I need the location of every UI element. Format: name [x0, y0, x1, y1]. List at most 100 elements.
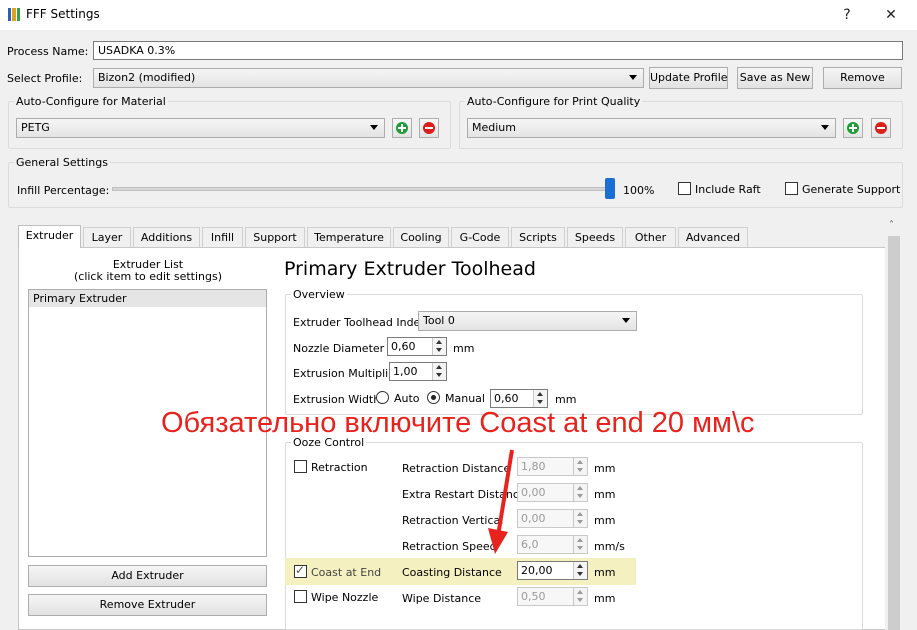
ooze-row-unit: mm [594, 566, 616, 579]
tab-extruder[interactable]: Extruder [18, 225, 81, 248]
general-settings-title: General Settings [14, 156, 110, 169]
quality-select[interactable]: Medium [467, 118, 836, 138]
include-raft-checkbox[interactable] [678, 182, 691, 195]
quality-select-value: Medium [472, 121, 516, 134]
width-auto-label: Auto [394, 392, 420, 405]
material-group-title: Auto-Configure for Material [14, 95, 168, 108]
wipe-distance-stepper[interactable]: 0,50 [517, 587, 588, 606]
ooze-row-unit: mm/s [594, 540, 625, 553]
spin-buttons-icon[interactable] [573, 562, 587, 579]
spin-buttons-icon[interactable] [573, 458, 587, 475]
ooze-row-unit: mm [594, 514, 616, 527]
tab-g-code[interactable]: G-Code [451, 227, 509, 247]
spin-buttons-icon[interactable] [533, 390, 547, 407]
tab-support[interactable]: Support [245, 227, 305, 247]
add-quality-button[interactable] [843, 118, 863, 138]
add-extruder-button[interactable]: Add Extruder [28, 565, 267, 587]
tab-infill[interactable]: Infill [202, 227, 243, 247]
extrusion-width-stepper[interactable]: 0,60 [490, 389, 548, 408]
coast-at-end-label: Coast at End [311, 566, 382, 579]
scroll-up-icon[interactable]: ˄ [889, 220, 894, 231]
width-auto-radio[interactable] [376, 391, 389, 404]
extrusion-multiplier-stepper[interactable]: 1,00 [389, 362, 447, 381]
spin-buttons-icon[interactable] [573, 588, 587, 605]
tab-scripts[interactable]: Scripts [511, 227, 565, 247]
extrusion-multiplier-label: Extrusion Multiplier [293, 367, 400, 380]
overview-group-title: Overview [291, 288, 347, 301]
process-name-input[interactable]: USADKA 0.3% [93, 41, 903, 60]
infill-slider[interactable] [112, 187, 612, 191]
coasting-distance-stepper[interactable]: 20,00 [517, 561, 588, 580]
chevron-down-icon [622, 318, 630, 323]
material-select[interactable]: PETG [16, 118, 385, 138]
spin-buttons-icon[interactable] [432, 363, 446, 380]
generate-support-checkbox[interactable] [785, 182, 798, 195]
annotation-arrow [488, 449, 514, 554]
remove-quality-button[interactable] [871, 118, 891, 138]
add-material-button[interactable] [392, 118, 412, 138]
title-bar [0, 0, 917, 30]
minus-icon [423, 122, 435, 134]
retraction-checkbox[interactable] [294, 460, 307, 473]
extruder-list-hint: (click item to edit settings) [73, 270, 223, 283]
plus-icon [396, 122, 408, 134]
spin-buttons-icon[interactable] [432, 338, 446, 355]
ooze-row-label: Wipe Distance [402, 592, 482, 605]
ooze-row-value: 20,00 [521, 564, 553, 577]
spin-buttons-icon[interactable] [573, 536, 587, 553]
infill-slider-handle[interactable] [605, 178, 615, 199]
extrusion-multiplier-value: 1,00 [393, 365, 418, 378]
annotation-text: Обязательно включите Coast at end 20 мм\… [161, 407, 755, 439]
nozzle-diameter-label: Nozzle Diameter [293, 342, 385, 355]
profile-select-value: Bizon2 (modified) [98, 71, 196, 84]
coast-at-end-checkbox[interactable] [294, 563, 307, 578]
spin-buttons-icon[interactable] [573, 510, 587, 527]
general-settings-group [8, 162, 903, 208]
toolhead-index-value: Tool 0 [423, 314, 455, 327]
retraction-label: Retraction [311, 461, 368, 474]
material-select-value: PETG [21, 121, 50, 134]
extrusion-width-label: Extrusion Width [293, 393, 381, 406]
minus-icon [875, 122, 887, 134]
plus-icon [847, 122, 859, 134]
process-name-label: Process Name: [7, 45, 89, 58]
close-button[interactable]: ✕ [876, 4, 906, 26]
tab-advanced[interactable]: Advanced [678, 227, 748, 247]
ooze-row-unit: mm [594, 488, 616, 501]
quality-group-title: Auto-Configure for Print Quality [465, 95, 643, 108]
tab-additions[interactable]: Additions [133, 227, 200, 247]
remove-extruder-button[interactable]: Remove Extruder [28, 594, 267, 616]
wipe-nozzle-checkbox[interactable] [294, 590, 307, 603]
update-profile-button[interactable]: Update Profile [649, 67, 728, 89]
chevron-down-icon [629, 75, 637, 80]
wipe-nozzle-label: Wipe Nozzle [311, 591, 379, 604]
generate-support-label: Generate Support [802, 183, 901, 196]
nozzle-diameter-value: 0,60 [391, 340, 416, 353]
remove-profile-button[interactable]: Remove [823, 67, 902, 89]
width-manual-radio[interactable] [427, 391, 440, 404]
scrollbar-thumb[interactable] [888, 236, 900, 630]
extrusion-width-unit: mm [555, 393, 577, 406]
width-manual-label: Manual [445, 392, 485, 405]
tab-speeds[interactable]: Speeds [567, 227, 623, 247]
tab-layer[interactable]: Layer [83, 227, 131, 247]
toolhead-index-select[interactable]: Tool 0 [418, 311, 637, 331]
remove-material-button[interactable] [419, 118, 439, 138]
tab-cooling[interactable]: Cooling [393, 227, 449, 247]
infill-label: Infill Percentage: [17, 184, 110, 197]
nozzle-diameter-stepper[interactable]: 0,60 [387, 337, 447, 356]
spin-buttons-icon[interactable] [573, 484, 587, 501]
toolhead-index-label: Extruder Toolhead Index [293, 316, 427, 329]
help-button[interactable]: ? [832, 4, 862, 26]
profile-select[interactable]: Bizon2 (modified) [93, 68, 644, 88]
toolhead-heading: Primary Extruder Toolhead [284, 258, 536, 280]
save-as-new-button[interactable]: Save as New [737, 67, 813, 89]
ooze-row-value: 0,50 [521, 590, 546, 603]
tab-temperature[interactable]: Temperature [307, 227, 391, 247]
ooze-row-unit: mm [594, 462, 616, 475]
list-item[interactable]: Primary Extruder [29, 290, 266, 307]
app-icon [8, 8, 20, 21]
tab-other[interactable]: Other [625, 227, 676, 247]
infill-value: 100% [623, 184, 655, 197]
ooze-row-label: Coasting Distance [402, 566, 502, 579]
